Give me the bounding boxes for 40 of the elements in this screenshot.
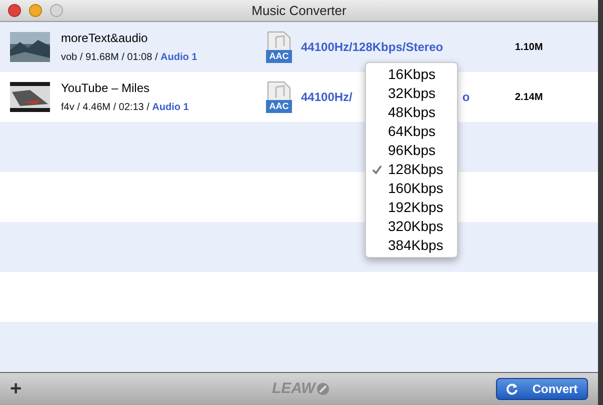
menu-item-label: 128Kbps	[388, 160, 444, 179]
menu-item-label: 96Kbps	[388, 141, 436, 160]
format-link[interactable]: 44100Hz/	[301, 88, 352, 106]
menu-item[interactable]: 160Kbps	[366, 179, 457, 198]
convert-button[interactable]: Convert	[496, 378, 588, 400]
menu-item-label: 48Kbps	[388, 103, 436, 122]
menu-item[interactable]: 32Kbps	[366, 84, 457, 103]
menu-item[interactable]: 96Kbps	[366, 141, 457, 160]
menu-item-label: 192Kbps	[388, 198, 444, 217]
audio-file-icon: AAC	[266, 31, 292, 63]
format-link[interactable]: 44100Hz/128Kbps/Stereo	[301, 38, 444, 56]
file-details: f4v / 4.46M / 02:13 /	[61, 101, 150, 115]
menu-item-label: 160Kbps	[388, 179, 444, 198]
menu-item-label: 32Kbps	[388, 84, 436, 103]
refresh-icon	[506, 383, 518, 395]
zoom-button[interactable]	[50, 4, 63, 17]
menu-item[interactable]: 48Kbps	[366, 103, 457, 122]
menu-item[interactable]: 64Kbps	[366, 122, 457, 141]
audio-track-link[interactable]: Audio 1	[152, 100, 189, 115]
menu-item[interactable]: 192Kbps	[366, 198, 457, 217]
window-title: Music Converter	[252, 2, 346, 20]
file-name: moreText&audio	[61, 30, 149, 47]
file-size: 1.10M	[515, 40, 543, 54]
add-button[interactable]: +	[10, 379, 22, 399]
minimize-button[interactable]	[29, 4, 42, 17]
file-size: 2.14M	[515, 90, 543, 104]
audio-file-icon: AAC	[266, 81, 292, 113]
file-name: YouTube – Miles	[61, 80, 150, 97]
menu-item[interactable]: 320Kbps	[366, 217, 457, 236]
logo-icon	[316, 382, 330, 396]
format-link[interactable]: o	[462, 88, 470, 106]
menu-item-label: 384Kbps	[388, 236, 444, 255]
menu-item[interactable]: 384Kbps	[366, 236, 457, 255]
audio-track-link[interactable]: Audio 1	[160, 50, 198, 65]
menu-item-label: 320Kbps	[388, 217, 444, 236]
menu-item-label: 64Kbps	[388, 122, 436, 141]
close-button[interactable]	[8, 4, 21, 17]
file-details: vob / 91.68M / 01:08 /	[61, 51, 159, 65]
logo-text: LEAW	[272, 378, 316, 399]
menu-item[interactable]: 128Kbps	[366, 160, 457, 179]
